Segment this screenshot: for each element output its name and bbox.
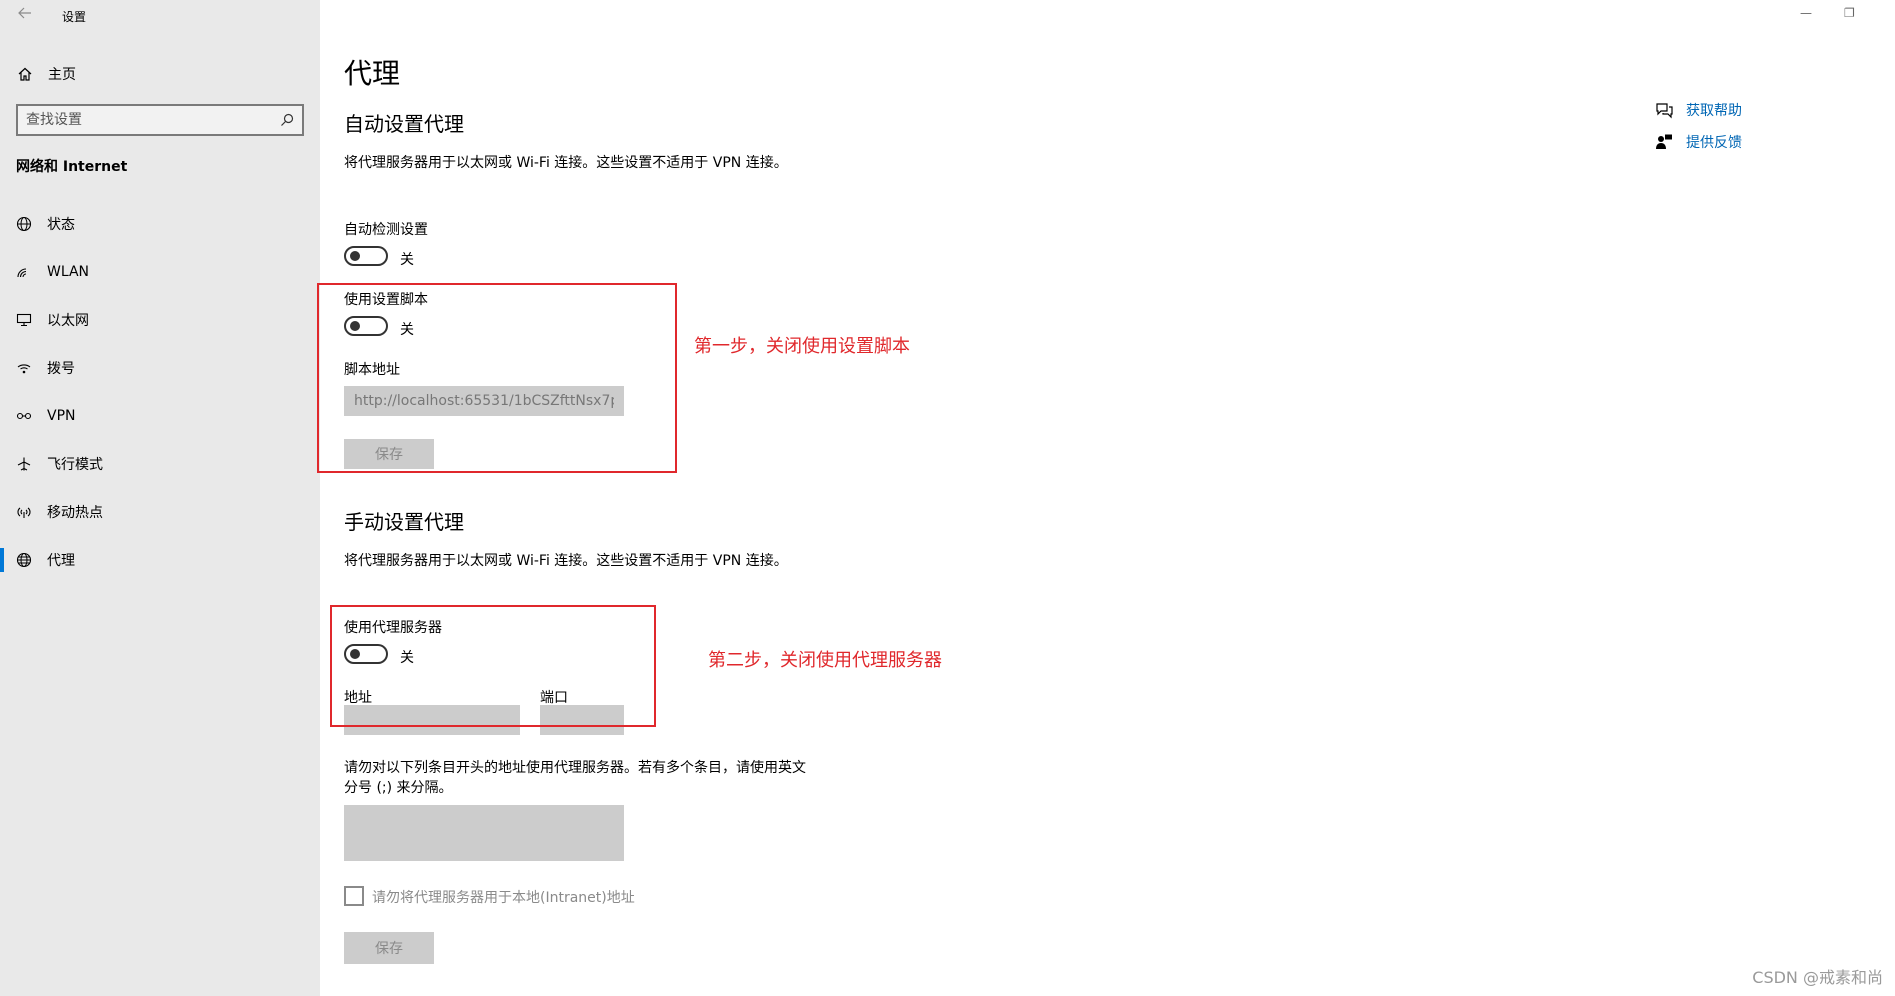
- dialup-icon: [15, 359, 33, 377]
- local-bypass-checkbox[interactable]: [344, 886, 364, 906]
- main-content: — ❐ 代理 自动设置代理 将代理服务器用于以太网或 Wi-Fi 连接。这些设置…: [317, 0, 1895, 996]
- sidebar-item-dialup[interactable]: 拨号: [0, 348, 320, 388]
- auto-detect-toggle[interactable]: [344, 246, 388, 266]
- ethernet-icon: [15, 311, 33, 329]
- manual-save-button[interactable]: 保存: [344, 932, 434, 964]
- search-input[interactable]: [26, 110, 266, 130]
- home-link[interactable]: 主页: [16, 62, 76, 86]
- vpn-icon: [15, 407, 33, 425]
- sidebar-item-label: 移动热点: [47, 505, 103, 521]
- annotation-step2: 第二步，关闭使用代理服务器: [708, 650, 942, 671]
- feedback-person-icon: [1654, 132, 1674, 152]
- sidebar-item-label: VPN: [47, 408, 76, 424]
- sidebar-item-label: 代理: [47, 553, 75, 569]
- minimize-button[interactable]: —: [1800, 6, 1812, 20]
- auto-proxy-heading: 自动设置代理: [344, 112, 464, 136]
- home-label: 主页: [48, 67, 76, 83]
- restore-button[interactable]: ❐: [1844, 6, 1855, 20]
- sidebar-item-label: 以太网: [47, 313, 89, 329]
- home-icon: [16, 65, 34, 83]
- toggle-knob: [350, 251, 360, 261]
- sidebar-item-status[interactable]: 状态: [0, 204, 320, 244]
- feedback-link[interactable]: 提供反馈: [1654, 132, 1742, 152]
- sidebar-item-label: 状态: [47, 217, 75, 233]
- settings-window: 设置 主页 网络和 Internet 状态 WLAN: [0, 0, 1895, 996]
- annotation-box-step2: [330, 605, 656, 727]
- back-arrow-icon[interactable]: [14, 4, 36, 26]
- exceptions-field[interactable]: [344, 805, 624, 861]
- page-title: 代理: [344, 57, 401, 90]
- auto-detect-label: 自动检测设置: [344, 222, 428, 238]
- get-help-link[interactable]: 获取帮助: [1654, 100, 1742, 120]
- search-icon[interactable]: [280, 112, 296, 128]
- sidebar: 设置 主页 网络和 Internet 状态 WLAN: [0, 0, 320, 996]
- auto-proxy-description: 将代理服务器用于以太网或 Wi-Fi 连接。这些设置不适用于 VPN 连接。: [344, 155, 788, 171]
- wifi-icon: [15, 263, 33, 281]
- watermark: CSDN @戒素和尚: [1752, 968, 1883, 987]
- hotspot-icon: [15, 503, 33, 521]
- sidebar-item-ethernet[interactable]: 以太网: [0, 300, 320, 340]
- get-help-label: 获取帮助: [1686, 103, 1742, 119]
- chat-help-icon: [1654, 100, 1674, 120]
- exceptions-description: 请勿对以下列条目开头的地址使用代理服务器。若有多个条目，请使用英文分号 (;) …: [344, 760, 806, 796]
- manual-proxy-description: 将代理服务器用于以太网或 Wi-Fi 连接。这些设置不适用于 VPN 连接。: [344, 553, 788, 569]
- sidebar-item-label: 飞行模式: [47, 457, 103, 473]
- globe-icon: [15, 551, 33, 569]
- status-globe-icon: [15, 215, 33, 233]
- sidebar-item-label: WLAN: [47, 264, 90, 280]
- annotation-step1: 第一步，关闭使用设置脚本: [694, 336, 910, 357]
- auto-detect-state: 关: [400, 252, 414, 268]
- airplane-icon: [15, 455, 33, 473]
- sidebar-item-vpn[interactable]: VPN: [0, 396, 320, 436]
- sidebar-item-hotspot[interactable]: 移动热点: [0, 492, 320, 532]
- sidebar-item-wlan[interactable]: WLAN: [0, 252, 320, 292]
- local-bypass-label: 请勿将代理服务器用于本地(Intranet)地址: [372, 890, 635, 906]
- search-box[interactable]: [16, 104, 304, 136]
- manual-proxy-heading: 手动设置代理: [344, 510, 464, 534]
- annotation-box-step1: [317, 283, 677, 473]
- section-title: 网络和 Internet: [16, 159, 128, 175]
- window-title: 设置: [62, 10, 87, 24]
- sidebar-item-airplane[interactable]: 飞行模式: [0, 444, 320, 484]
- feedback-label: 提供反馈: [1686, 135, 1742, 151]
- sidebar-item-label: 拨号: [47, 361, 75, 377]
- sidebar-item-proxy[interactable]: 代理: [0, 540, 320, 580]
